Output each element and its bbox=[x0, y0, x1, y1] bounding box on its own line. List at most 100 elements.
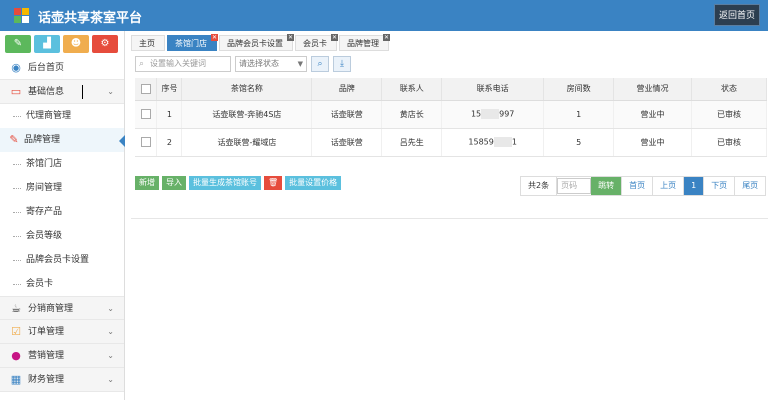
next-page-button[interactable]: 下页 bbox=[704, 177, 736, 195]
nav-basic-info-label: 基础信息 bbox=[28, 87, 65, 97]
row-checkbox[interactable] bbox=[140, 109, 151, 119]
row-checkbox[interactable] bbox=[140, 137, 151, 147]
last-page-button[interactable]: 尾页 bbox=[735, 177, 765, 195]
current-page[interactable]: 1 bbox=[684, 177, 705, 195]
cell-business: 营业中 bbox=[613, 100, 692, 129]
gear-icon[interactable]: ⚙ bbox=[92, 35, 118, 53]
cell-brand: 话壶联营 bbox=[311, 128, 383, 157]
search-button[interactable]: ⌕ bbox=[311, 56, 329, 72]
col-header: 序号 bbox=[156, 78, 183, 101]
search-placeholder: 设置输入关键词 bbox=[150, 59, 206, 68]
cell-status: 已审核 bbox=[691, 128, 767, 157]
nav-finance-mgmt[interactable]: ▦ 财务管理 ⌄ bbox=[0, 368, 124, 392]
nav-member-levels[interactable]: 会员等级 bbox=[0, 224, 124, 248]
nav-order-mgmt[interactable]: ☑ 订单管理 ⌄ bbox=[0, 320, 124, 344]
nav-basic-info[interactable]: ▭ 基础信息 ⌄ bbox=[0, 80, 124, 104]
phone-end: 997 bbox=[499, 109, 515, 119]
bar-chart-icon[interactable]: ▟ bbox=[34, 35, 60, 53]
chevron-down-icon: ⌄ bbox=[107, 87, 114, 96]
close-icon[interactable]: ✕ bbox=[211, 34, 218, 41]
nav-distributor-mgmt[interactable]: ☕ 分销商管理 ⌄ bbox=[0, 296, 124, 320]
download-icon: ⤓ bbox=[340, 59, 344, 69]
nav-agent-mgmt[interactable]: 代理商管理 bbox=[0, 104, 124, 128]
main-content: 主页 茶馆门店 ✕ 品牌会员卡设置 ✕ 会员卡 ✕ 品牌管理 ✕ ⌕ 设置输入关键词 请… bbox=[131, 31, 768, 400]
redacted-block bbox=[493, 137, 512, 147]
jump-button[interactable]: 跳转 bbox=[591, 177, 623, 195]
table-header-row: 序号 茶馆名称 品牌 联系人 联系电话 房间数 营业情况 状态 bbox=[135, 78, 767, 101]
active-indicator bbox=[119, 135, 125, 147]
tab-brand-card-settings[interactable]: 品牌会员卡设置 ✕ bbox=[219, 34, 294, 51]
first-page-button[interactable]: 首页 bbox=[622, 177, 654, 195]
col-header: 营业情况 bbox=[613, 78, 692, 101]
status-select-value: 请选择状态 bbox=[239, 59, 279, 68]
cell-name: 话壶联营-奔驰4S店 bbox=[181, 100, 313, 129]
checkbox-icon: ☑ bbox=[11, 325, 21, 338]
page-number-input[interactable]: 页码 bbox=[557, 178, 592, 194]
status-select[interactable]: 请选择状态 ▼ bbox=[235, 56, 307, 72]
divider bbox=[131, 218, 768, 219]
col-header: 房间数 bbox=[543, 78, 615, 101]
tab-label: 品牌会员卡设置 bbox=[227, 39, 283, 48]
tab-brand-mgmt[interactable]: 品牌管理 ✕ bbox=[339, 34, 390, 51]
chevron-down-icon: ⌄ bbox=[107, 351, 114, 360]
caret-down-icon: ▼ bbox=[297, 60, 303, 68]
chevron-down-icon: ⌄ bbox=[107, 304, 114, 313]
chevron-down-icon: ⌄ bbox=[107, 327, 114, 336]
cell-no: 1 bbox=[156, 100, 183, 129]
phone-end: 1 bbox=[511, 137, 517, 147]
top-bar: 话壶共享茶室平台 返回首页 bbox=[0, 0, 768, 31]
users-icon[interactable]: ☻ bbox=[63, 35, 89, 53]
prev-page-button[interactable]: 上页 bbox=[653, 177, 685, 195]
tab-teahouse-stores[interactable]: 茶馆门店 ✕ bbox=[167, 34, 218, 51]
cell-rooms: 5 bbox=[543, 128, 615, 157]
batch-set-price-button[interactable]: 批量设置价格 bbox=[285, 176, 342, 190]
search-input[interactable]: ⌕ 设置输入关键词 bbox=[135, 56, 231, 72]
row-select-cell[interactable] bbox=[135, 100, 158, 129]
table-row[interactable]: 2 话壶联营-耀域店 话壶联营 吕先生 15859 1 5 营业中 已审核 bbox=[135, 128, 767, 157]
cell-no: 2 bbox=[156, 128, 183, 157]
nav-teahouse-stores[interactable]: 茶馆门店 bbox=[0, 152, 124, 176]
nav-room-mgmt[interactable]: 房间管理 bbox=[0, 176, 124, 200]
col-header: 联系电话 bbox=[441, 78, 545, 101]
nav-stored-products[interactable]: 寄存产品 bbox=[0, 200, 124, 224]
select-all-checkbox[interactable] bbox=[140, 83, 151, 94]
col-header: 品牌 bbox=[311, 78, 383, 101]
row-select-cell[interactable] bbox=[135, 128, 158, 157]
tab-member-card[interactable]: 会员卡 ✕ bbox=[295, 34, 338, 51]
action-bar: 新增 导入 批量生成茶馆账号 🗑 批量设置价格 bbox=[135, 176, 342, 190]
close-icon[interactable]: ✕ bbox=[331, 34, 338, 41]
col-header: 茶馆名称 bbox=[181, 78, 313, 101]
nav-marketing-mgmt[interactable]: ● 营销管理 ⌄ bbox=[0, 344, 124, 368]
pagination: 共2条 页码 跳转 首页 上页 1 下页 尾页 bbox=[520, 176, 767, 196]
dashboard-icon: ◉ bbox=[11, 61, 21, 74]
close-icon[interactable]: ✕ bbox=[287, 34, 294, 41]
nav-home[interactable]: ◉ 后台首页 bbox=[0, 56, 124, 80]
tab-home[interactable]: 主页 bbox=[131, 35, 165, 51]
cell-business: 营业中 bbox=[613, 128, 692, 157]
redacted-block bbox=[481, 109, 500, 119]
export-button[interactable]: ⤓ bbox=[333, 56, 351, 72]
delete-button[interactable]: 🗑 bbox=[264, 176, 283, 190]
close-icon[interactable]: ✕ bbox=[383, 34, 390, 41]
card-icon: ▭ bbox=[10, 85, 22, 98]
return-home-button[interactable]: 返回首页 bbox=[713, 4, 760, 26]
cell-phone: 15859 1 bbox=[441, 128, 545, 157]
cell-contact: 黄店长 bbox=[381, 100, 443, 129]
nav-member-card[interactable]: 会员卡 bbox=[0, 272, 124, 296]
pencil-icon[interactable]: ✎ bbox=[5, 35, 31, 53]
nav-brand-card-settings[interactable]: 品牌会员卡设置 bbox=[0, 248, 124, 272]
text-cursor bbox=[82, 85, 83, 99]
table-row[interactable]: 1 话壶联营-奔驰4S店 话壶联营 黄店长 15 997 1 营业中 已审核 bbox=[135, 100, 767, 129]
cell-name: 话壶联营-耀域店 bbox=[181, 128, 313, 157]
nav-marketing-label: 营销管理 bbox=[28, 351, 65, 361]
select-all-cell[interactable] bbox=[135, 78, 158, 101]
nav-finance-label: 财务管理 bbox=[28, 375, 65, 385]
batch-generate-accounts-button[interactable]: 批量生成茶馆账号 bbox=[189, 176, 261, 190]
import-button[interactable]: 导入 bbox=[162, 176, 186, 190]
edit-icon: ✎ bbox=[9, 133, 19, 146]
nav-order-label: 订单管理 bbox=[28, 327, 65, 337]
add-button[interactable]: 新增 bbox=[135, 176, 159, 190]
cell-rooms: 1 bbox=[543, 100, 615, 129]
nav-brand-mgmt[interactable]: ✎ 品牌管理 bbox=[0, 128, 125, 152]
trash-icon: 🗑 bbox=[268, 178, 279, 187]
